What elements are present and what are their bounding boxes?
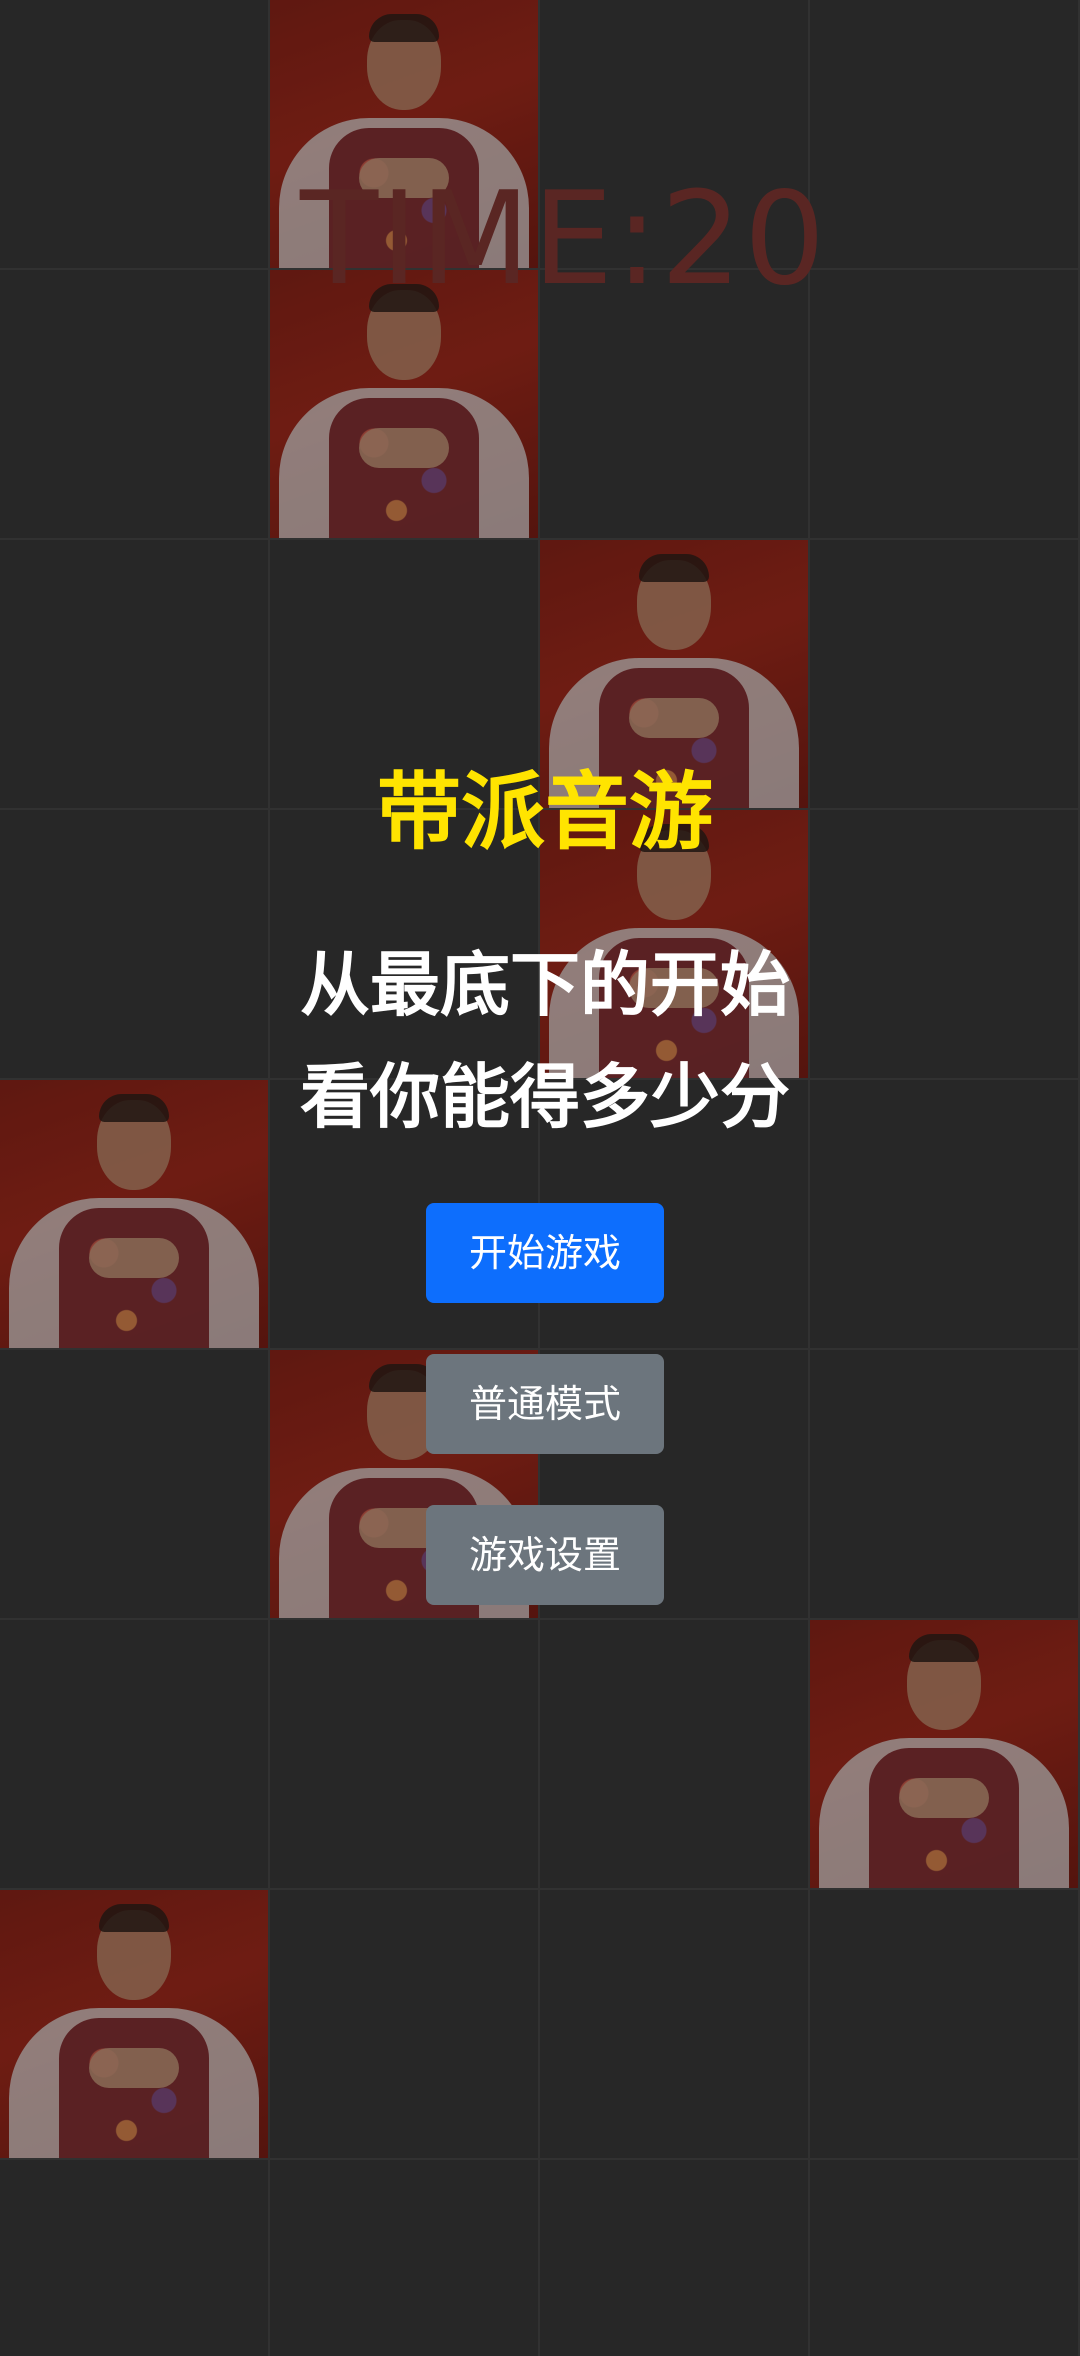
- start-menu: 带派音游 从最底下的开始 看你能得多少分 开始游戏 普通模式 游戏设置: [0, 0, 1080, 2356]
- settings-button[interactable]: 游戏设置: [426, 1505, 664, 1605]
- instruction-line-2: 看你能得多少分: [300, 1056, 790, 1138]
- start-game-button[interactable]: 开始游戏: [426, 1203, 664, 1303]
- instruction-line-1: 从最底下的开始: [300, 944, 790, 1026]
- game-title: 带派音游: [376, 763, 713, 861]
- game-screen: TIME:20 带派音游 从最底下的开始 看你能得多少分 开始游戏 普通模式 游…: [0, 0, 1080, 2356]
- mode-button[interactable]: 普通模式: [426, 1354, 664, 1454]
